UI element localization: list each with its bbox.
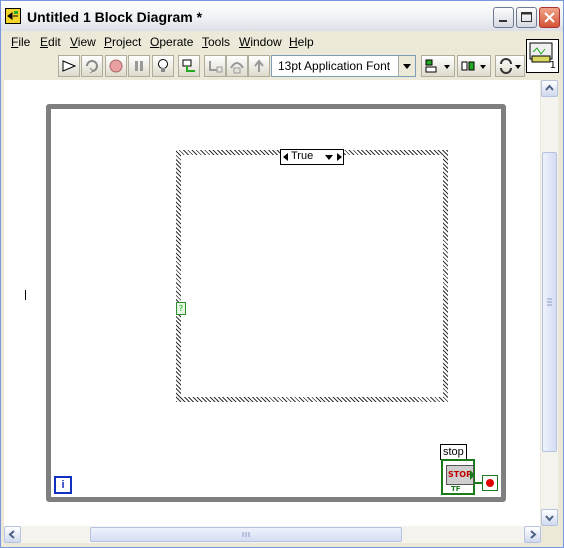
menu-project-label: roject <box>112 35 142 49</box>
lightbulb-icon <box>158 59 168 72</box>
menu-operate-mnemonic: O <box>150 35 160 49</box>
scroll-down-button[interactable] <box>541 509 558 526</box>
chevron-down-icon <box>403 64 411 69</box>
boolean-wire[interactable] <box>475 482 482 484</box>
menu-project[interactable]: Project <box>104 35 141 49</box>
retain-wire-values-button[interactable] <box>178 55 200 77</box>
grip-icon <box>547 298 552 306</box>
menu-edit-mnemonic: E <box>40 35 49 49</box>
reorder-icon <box>500 58 521 74</box>
menu-edit[interactable]: Edit <box>40 35 61 49</box>
vi-icon-connector-pane[interactable]: 1 <box>526 39 559 73</box>
labview-diagram-icon <box>5 8 21 24</box>
text-cursor <box>25 290 26 300</box>
run-continuously-icon <box>86 60 98 74</box>
retain-wire-icon <box>182 59 195 72</box>
scroll-right-button[interactable] <box>524 526 541 543</box>
menu-bar: File Edit View Project Operate Tools Win… <box>1 31 525 51</box>
menu-window-label: indow <box>250 35 282 49</box>
pause-button[interactable] <box>128 55 150 77</box>
stop-control-label[interactable]: stop <box>440 444 467 460</box>
menu-edit-label: dit <box>48 35 61 49</box>
maximize-icon <box>521 12 532 22</box>
run-button[interactable] <box>58 55 80 77</box>
case-selector-terminal[interactable]: ? <box>176 302 186 315</box>
menu-file[interactable]: File <box>11 35 30 49</box>
menu-view-mnemonic: V <box>70 35 78 49</box>
stop-if-true-icon <box>486 479 494 487</box>
minimize-button[interactable] <box>493 7 514 28</box>
menu-tools-label: ools <box>208 35 231 49</box>
chevron-down-icon <box>545 515 554 522</box>
menu-help[interactable]: Help <box>289 35 314 49</box>
align-objects-icon <box>425 59 450 73</box>
case-value: True <box>291 150 314 162</box>
menu-operate-label: perate <box>159 35 194 49</box>
scroll-up-button[interactable] <box>541 80 558 97</box>
connector-pane-number: 1 <box>549 60 556 71</box>
horizontal-scroll-thumb[interactable] <box>90 527 402 542</box>
step-out-button[interactable] <box>248 55 270 77</box>
font-selector-value: 13pt Application Font <box>278 59 391 73</box>
run-continuously-button[interactable] <box>81 55 103 77</box>
case-selector-label[interactable]: True <box>280 149 344 165</box>
font-selector[interactable]: 13pt Application Font <box>271 55 416 77</box>
stop-button-terminal[interactable]: STOP TF <box>441 459 475 495</box>
title-bar[interactable]: Untitled 1 Block Diagram * <box>1 1 563 31</box>
close-button[interactable] <box>539 7 560 28</box>
case-dropdown-icon[interactable] <box>324 150 334 164</box>
font-dropdown-arrow[interactable] <box>398 56 415 76</box>
case-decrement-arrow-icon[interactable] <box>282 150 290 164</box>
distribute-objects-button[interactable] <box>457 55 491 77</box>
menu-help-label: elp <box>297 35 314 49</box>
horizontal-scrollbar[interactable] <box>4 526 541 543</box>
chevron-left-icon <box>8 530 15 539</box>
menu-tools[interactable]: Tools <box>202 35 230 49</box>
menu-window-mnemonic: W <box>239 35 251 49</box>
menu-project-mnemonic: P <box>104 35 113 49</box>
boolean-type-label: TF <box>451 485 461 493</box>
menu-view-label: iew <box>77 35 96 49</box>
step-into-button[interactable] <box>204 55 226 77</box>
menu-operate[interactable]: Operate <box>150 35 193 49</box>
step-over-icon <box>230 62 244 74</box>
minimize-icon <box>499 20 507 22</box>
chevron-right-icon <box>530 530 537 539</box>
menu-help-mnemonic: H <box>289 35 298 49</box>
align-objects-button[interactable] <box>421 55 455 77</box>
distribute-objects-icon <box>461 61 486 71</box>
pause-icon <box>135 61 143 71</box>
highlight-execution-button[interactable] <box>152 55 174 77</box>
case-structure[interactable] <box>176 150 448 402</box>
menu-file-label: ile <box>18 35 31 49</box>
step-over-button[interactable] <box>226 55 248 77</box>
step-into-icon <box>209 61 223 73</box>
run-arrow-icon <box>62 60 77 72</box>
window-title: Untitled 1 Block Diagram * <box>27 9 203 25</box>
abort-stop-icon <box>109 59 123 73</box>
toolbar: 13pt Application Font <box>1 53 525 79</box>
step-out-icon <box>254 59 264 72</box>
menu-window[interactable]: Window <box>239 35 282 49</box>
size-grip[interactable] <box>541 526 558 543</box>
reorder-button[interactable] <box>495 55 525 77</box>
block-diagram-window: Untitled 1 Block Diagram * File Edit Vie… <box>0 0 564 548</box>
scroll-left-button[interactable] <box>4 526 21 543</box>
maximize-button[interactable] <box>516 7 537 28</box>
diagram-canvas[interactable]: True ? i stop STOP TF <box>4 80 540 526</box>
vertical-scrollbar[interactable] <box>541 80 558 526</box>
close-icon <box>544 12 555 23</box>
output-arrow-icon <box>470 470 475 480</box>
loop-condition-terminal[interactable] <box>482 475 498 491</box>
case-increment-arrow-icon[interactable] <box>335 150 343 164</box>
vertical-scroll-thumb[interactable] <box>542 152 557 452</box>
abort-button[interactable] <box>105 55 127 77</box>
grip-icon <box>242 532 250 537</box>
menu-view[interactable]: View <box>70 35 96 49</box>
iteration-terminal[interactable]: i <box>54 476 72 494</box>
chevron-up-icon <box>545 84 554 91</box>
